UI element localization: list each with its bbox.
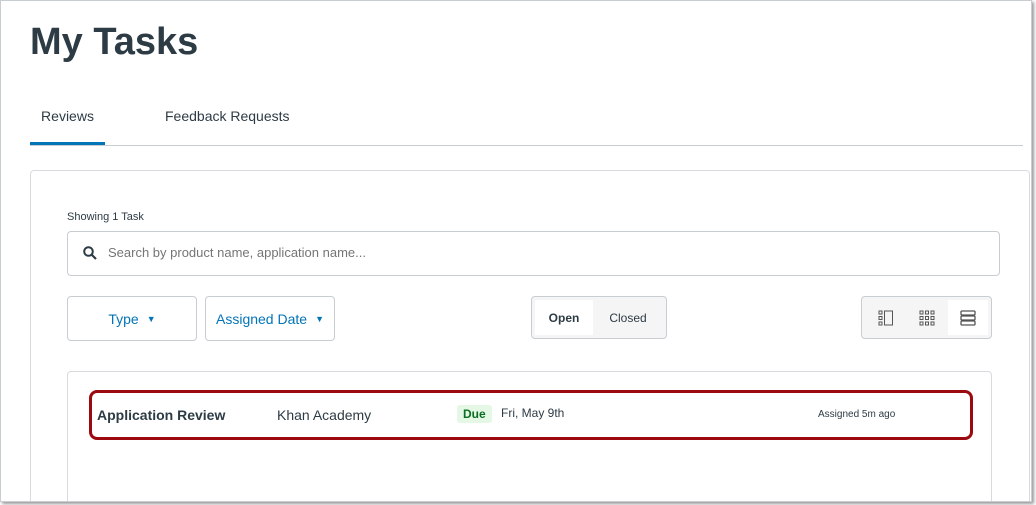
status-toggle: Open Closed	[531, 296, 667, 339]
grid-view-button[interactable]	[906, 300, 947, 335]
status-open-button[interactable]: Open	[535, 300, 593, 335]
type-filter-button[interactable]: Type ▼	[67, 296, 197, 341]
view-toggle	[861, 296, 992, 339]
due-date: Fri, May 9th	[501, 406, 565, 420]
task-org: Khan Academy	[277, 407, 372, 423]
tab-bar: Reviews Feedback Requests	[30, 101, 1023, 146]
grid-view-icon	[919, 310, 935, 325]
assigned-date-label: Assigned Date	[216, 310, 308, 327]
task-list: Application Review Khan Academy Due Fri,…	[67, 371, 992, 501]
tasks-panel: Showing 1 Task Type ▼ Assigned Date ▼ Open…	[30, 170, 1030, 501]
search-icon	[83, 246, 97, 260]
assigned-time: Assigned 5m ago	[818, 409, 896, 420]
page: My Tasks Reviews Feedback Requests Showi…	[0, 0, 1032, 502]
status-closed-button[interactable]: Closed	[593, 300, 663, 335]
sidebar-view-button[interactable]	[865, 300, 906, 335]
result-count: Showing 1 Task	[67, 211, 144, 223]
caret-down-icon: ▼	[315, 313, 324, 324]
status-badge: Due	[457, 405, 492, 423]
list-view-button[interactable]	[947, 300, 988, 335]
tab-reviews[interactable]: Reviews	[30, 101, 105, 145]
type-filter-label: Type	[108, 310, 139, 327]
task-title[interactable]: Application Review	[97, 407, 225, 423]
page-title: My Tasks	[30, 21, 199, 63]
caret-down-icon: ▼	[146, 313, 156, 324]
sidebar-view-icon	[878, 310, 893, 325]
search-input[interactable]	[106, 244, 960, 261]
table-row[interactable]: Application Review Khan Academy Due Fri,…	[89, 390, 973, 440]
search-field[interactable]	[67, 231, 1000, 276]
tab-feedback-requests[interactable]: Feedback Requests	[165, 101, 290, 142]
assigned-date-filter-button[interactable]: Assigned Date ▼	[205, 296, 335, 341]
list-view-icon	[960, 309, 976, 326]
